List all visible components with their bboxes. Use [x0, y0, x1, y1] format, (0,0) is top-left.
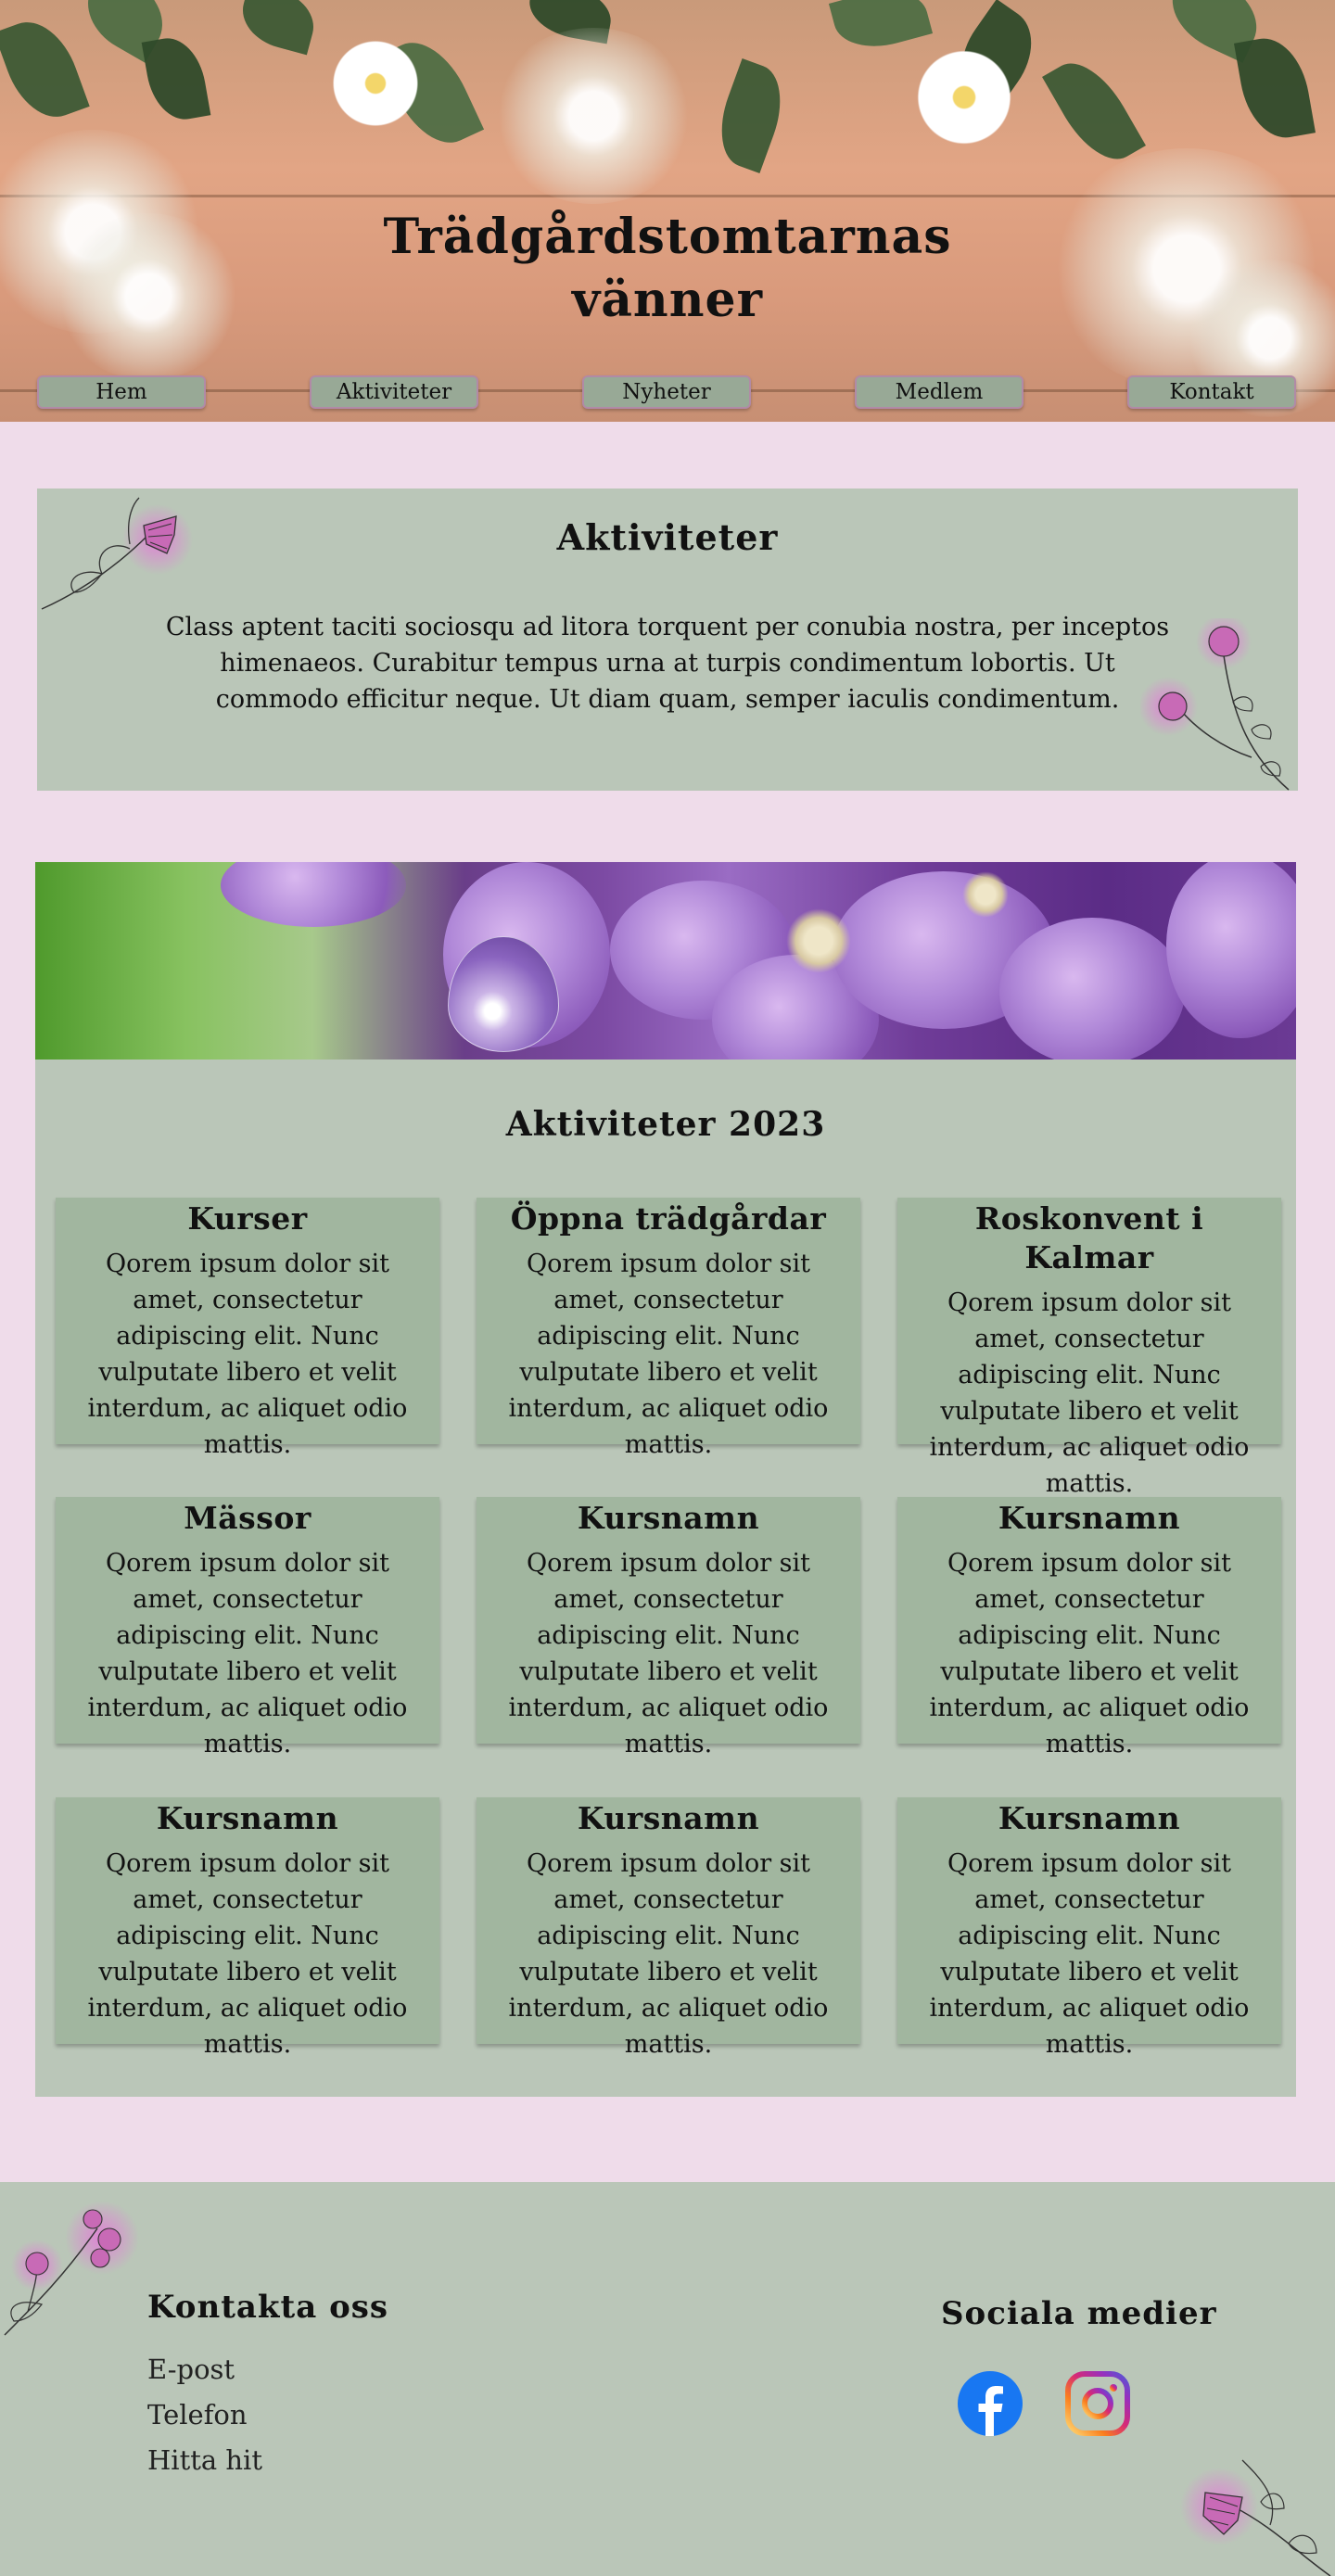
lilac-petal-image	[221, 862, 406, 927]
leaf-image	[1233, 32, 1316, 145]
flower-center-image	[962, 871, 1009, 918]
contact-link-phone[interactable]: Telefon	[147, 2399, 248, 2430]
lilac-banner-image	[35, 862, 1296, 1060]
contact-title: Kontakta oss	[147, 2289, 389, 2326]
card-text: Qorem ipsum dolor sit amet, consectetur …	[929, 1549, 1250, 1758]
card-title: Roskonvent i Kalmar	[974, 1200, 1204, 1275]
intro-section: Aktiviteter Class aptent taciti sociosqu…	[37, 489, 1298, 791]
white-rose-image	[909, 46, 1020, 148]
activity-card[interactable]: Kursnamn Qorem ipsum dolor sit amet, con…	[477, 1497, 860, 1758]
site-title-line1: Trädgårdstomtarnas	[383, 209, 952, 265]
leaf-image	[828, 0, 934, 57]
card-title: Kurser	[187, 1200, 308, 1237]
leaf-image	[235, 0, 322, 56]
activity-card[interactable]: Roskonvent i Kalmar Qorem ipsum dolor si…	[897, 1198, 1281, 1498]
contact-link-email[interactable]: E-post	[147, 2354, 235, 2385]
footer: Kontakta oss E-post Telefon Hitta hit So…	[0, 2182, 1335, 2576]
activity-card[interactable]: Öppna trädgårdar Qorem ipsum dolor sit a…	[477, 1198, 860, 1459]
lilac-petal-image	[1166, 862, 1296, 1038]
leaf-image	[706, 58, 795, 173]
leaf-image	[0, 10, 90, 129]
nav-item-hem[interactable]: Hem	[37, 375, 206, 409]
main-nav: Hem Aktiviteter Nyheter Medlem Kontakt	[0, 375, 1335, 411]
header-banner: Trädgårdstomtarnas vänner Hem Aktivitete…	[0, 0, 1335, 422]
flower-sketch-icon	[4, 2201, 139, 2336]
social-title: Sociala medier	[941, 2295, 1217, 2332]
activity-card[interactable]: Kursnamn Qorem ipsum dolor sit amet, con…	[56, 1797, 439, 2059]
facebook-icon[interactable]	[958, 2371, 1023, 2436]
site-title: Trädgårdstomtarnas vänner	[0, 206, 1335, 332]
lilac-petal-image	[999, 918, 1185, 1060]
card-text: Qorem ipsum dolor sit amet, consectetur …	[929, 1849, 1250, 2059]
white-blossom-image	[491, 28, 695, 204]
card-title: Kursnamn	[577, 1800, 760, 1836]
card-text: Qorem ipsum dolor sit amet, consectetur …	[508, 1250, 829, 1459]
instagram-icon[interactable]	[1065, 2371, 1130, 2436]
activity-card[interactable]: Kursnamn Qorem ipsum dolor sit amet, con…	[477, 1797, 860, 2059]
flower-sketch-icon	[1180, 2459, 1331, 2576]
contact-link-directions[interactable]: Hitta hit	[147, 2444, 262, 2476]
activity-card[interactable]: Kursnamn Qorem ipsum dolor sit amet, con…	[897, 1497, 1281, 1758]
flower-center-image	[786, 908, 851, 973]
nav-item-medlem[interactable]: Medlem	[855, 375, 1024, 409]
card-title: Kursnamn	[998, 1500, 1181, 1536]
card-text: Qorem ipsum dolor sit amet, consectetur …	[508, 1849, 829, 2059]
card-title: Kursnamn	[998, 1800, 1181, 1836]
card-title: Kursnamn	[577, 1500, 760, 1536]
activities-title: Aktiviteter 2023	[505, 1105, 826, 1144]
intro-title: Aktiviteter	[556, 516, 779, 558]
card-title: Öppna trädgårdar	[510, 1200, 827, 1237]
card-title: Mässor	[184, 1500, 312, 1536]
card-text: Qorem ipsum dolor sit amet, consectetur …	[508, 1549, 829, 1758]
leaf-image	[1042, 49, 1146, 173]
activity-card[interactable]: Mässor Qorem ipsum dolor sit amet, conse…	[56, 1497, 439, 1758]
nav-item-nyheter[interactable]: Nyheter	[582, 375, 751, 409]
card-text: Qorem ipsum dolor sit amet, consectetur …	[87, 1250, 408, 1459]
nav-item-kontakt[interactable]: Kontakt	[1127, 375, 1296, 409]
intro-text: Class aptent taciti sociosqu ad litora t…	[165, 613, 1170, 714]
activities-section: Aktiviteter 2023 Kurser Qorem ipsum dolo…	[35, 862, 1296, 2097]
white-rose-image	[324, 37, 426, 130]
leaf-image	[141, 32, 211, 125]
nav-item-aktiviteter[interactable]: Aktiviteter	[310, 375, 478, 409]
activity-card[interactable]: Kursnamn Qorem ipsum dolor sit amet, con…	[897, 1797, 1281, 2059]
card-text: Qorem ipsum dolor sit amet, consectetur …	[87, 1549, 408, 1758]
activity-card[interactable]: Kurser Qorem ipsum dolor sit amet, conse…	[56, 1198, 439, 1459]
card-text: Qorem ipsum dolor sit amet, consectetur …	[87, 1849, 408, 2059]
site-title-line2: vänner	[571, 272, 763, 328]
card-title: Kursnamn	[156, 1800, 339, 1836]
card-text: Qorem ipsum dolor sit amet, consectetur …	[929, 1288, 1250, 1498]
